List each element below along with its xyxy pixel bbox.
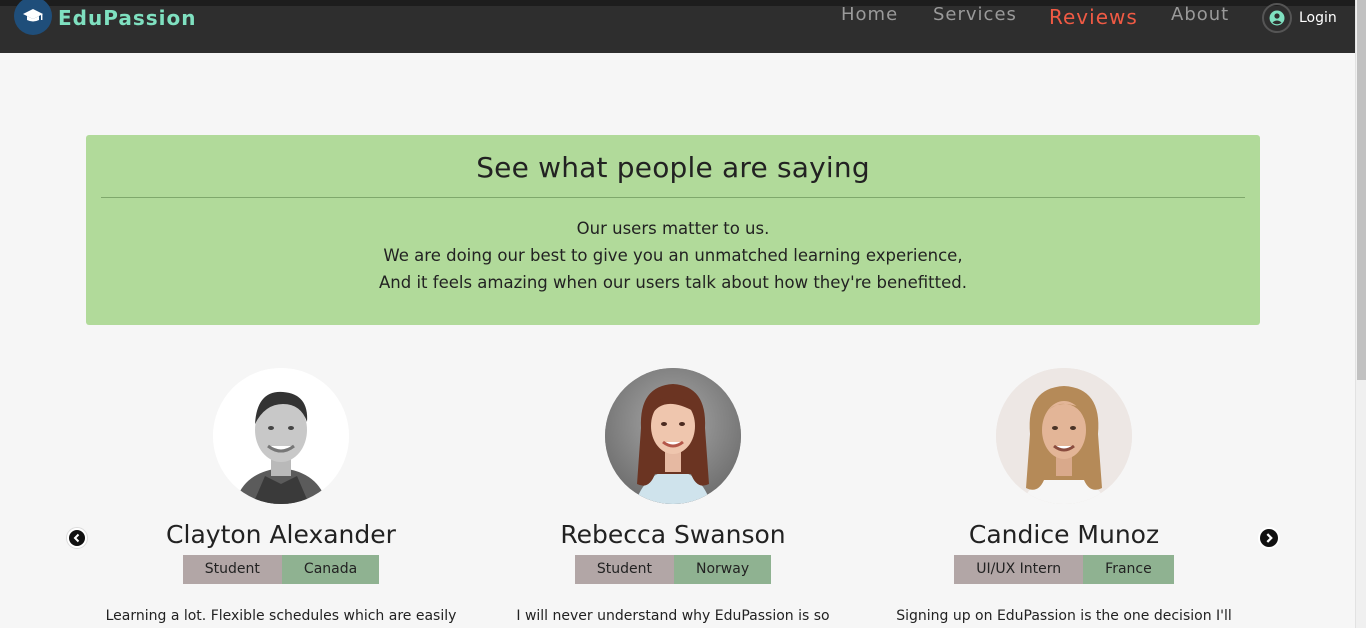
reviewer-tags: UI/UX Intern France — [868, 555, 1260, 584]
reviews-hero: See what people are saying Our users mat… — [86, 135, 1260, 325]
avatar — [605, 368, 741, 504]
reviewer-name: Candice Munoz — [968, 520, 1160, 549]
reviewer-role-badge: UI/UX Intern — [954, 555, 1084, 584]
scrollbar-thumb[interactable] — [1357, 0, 1366, 380]
login-label: Login — [1299, 10, 1337, 26]
page-scrollbar[interactable] — [1355, 0, 1366, 628]
avatar — [213, 368, 349, 504]
reviewer-role-badge: Student — [182, 555, 282, 584]
review-text: Learning a lot. Flexible schedules which… — [105, 608, 457, 624]
hero-line-3: And it feels amazing when our users talk… — [379, 273, 967, 292]
hero-divider — [101, 197, 1245, 198]
hero-text: Our users matter to us. We are doing our… — [86, 215, 1260, 296]
chevron-left-icon — [69, 530, 85, 546]
reviewer-tags: Student Canada — [85, 555, 477, 584]
reviewer-name: Clayton Alexander — [166, 520, 396, 549]
nav-home[interactable]: Home — [841, 4, 898, 25]
carousel-next-button[interactable] — [1258, 527, 1280, 549]
review-text: I will never understand why EduPassion i… — [516, 608, 830, 624]
nav-links: Home Services Reviews About — [0, 4, 1355, 30]
reviewer-country-badge: Canada — [281, 555, 380, 584]
reviewer-country-badge: France — [1083, 555, 1174, 584]
reviewer-country-badge: Norway — [674, 555, 772, 584]
review-card: Rebecca Swanson Student Norway I will ne… — [477, 368, 869, 624]
nav-about[interactable]: About — [1171, 4, 1229, 25]
review-text: Signing up on EduPassion is the one deci… — [896, 608, 1232, 624]
reviewer-name: Rebecca Swanson — [560, 520, 786, 549]
login-button[interactable]: Login — [1262, 3, 1337, 33]
top-navbar: EduPassion Home Services Reviews About L… — [0, 0, 1355, 53]
hero-title: See what people are saying — [476, 151, 870, 184]
review-card: Candice Munoz UI/UX Intern France Signin… — [868, 368, 1260, 624]
hero-line-1: Our users matter to us. — [576, 219, 770, 238]
nav-reviews[interactable]: Reviews — [1049, 5, 1138, 29]
chevron-right-icon — [1260, 529, 1278, 547]
reviewer-tags: Student Norway — [477, 555, 869, 584]
nav-services[interactable]: Services — [933, 4, 1017, 25]
avatar — [996, 368, 1132, 504]
reviewer-role-badge: Student — [574, 555, 674, 584]
user-circle-icon — [1262, 3, 1292, 33]
review-card: Clayton Alexander Student Canada Learnin… — [85, 368, 477, 624]
hero-line-2: We are doing our best to give you an unm… — [383, 246, 963, 265]
